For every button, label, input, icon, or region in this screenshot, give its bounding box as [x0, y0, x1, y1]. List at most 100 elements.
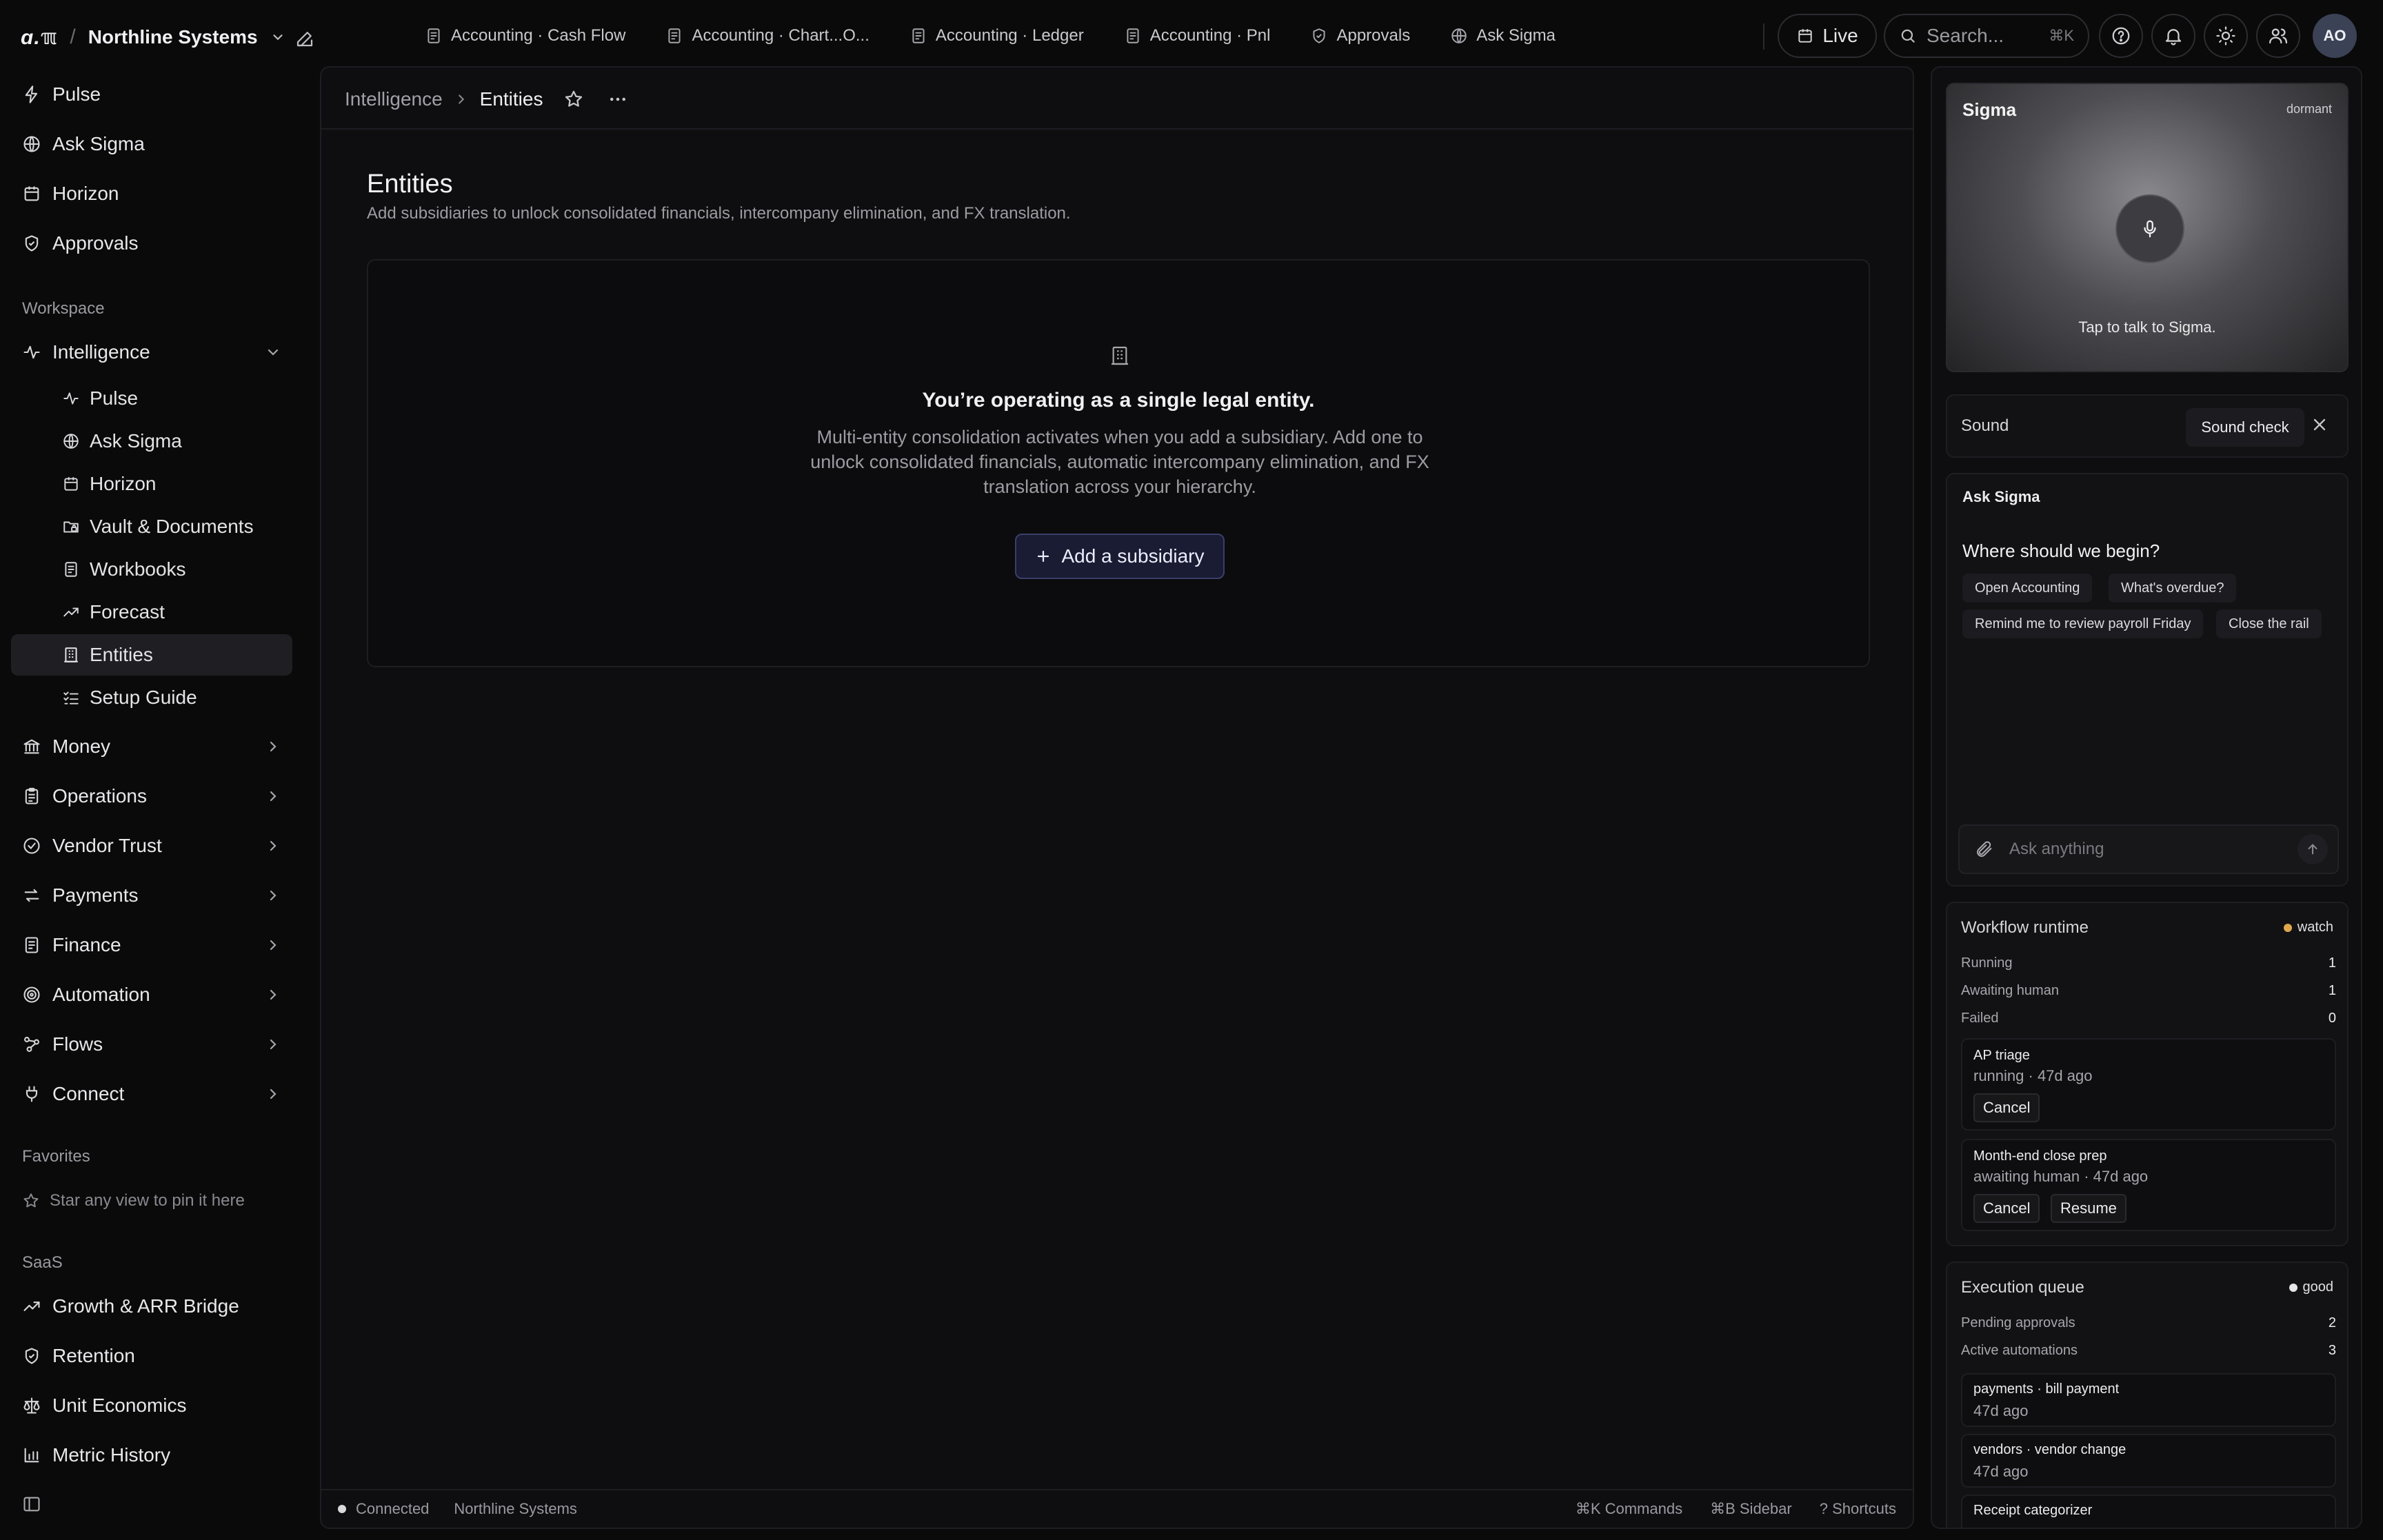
shield-check-icon	[1310, 27, 1328, 45]
user-avatar[interactable]: AO	[2313, 14, 2357, 58]
paperclip-icon[interactable]	[1975, 840, 1994, 859]
sidebar-group-money[interactable]: Money	[11, 725, 292, 768]
team-button[interactable]	[2256, 14, 2300, 58]
more-horizontal-icon[interactable]	[607, 89, 628, 110]
add-subsidiary-button[interactable]: Add a subsidiary	[1015, 534, 1225, 579]
cancel-button[interactable]: Cancel	[1973, 1194, 2040, 1223]
sidebar-item-pulse[interactable]: Pulse	[11, 73, 292, 116]
microphone-icon	[2140, 219, 2160, 239]
sidebar-item-intel-ask-sigma[interactable]: Ask Sigma	[11, 421, 292, 462]
sidebar-item-unit-economics[interactable]: Unit Economics	[11, 1384, 292, 1427]
send-button[interactable]	[2297, 834, 2328, 864]
resume-button[interactable]: Resume	[2051, 1194, 2126, 1223]
suggestion-chip[interactable]: What's overdue?	[2109, 574, 2237, 602]
sidebar-group-automation[interactable]: Automation	[11, 973, 292, 1016]
sigma-voice-card[interactable]: Sigma dormant Tap to talk to Sigma.	[1946, 83, 2349, 372]
bolt-icon	[22, 85, 41, 104]
sidebar-item-workbooks[interactable]: Workbooks	[11, 549, 292, 590]
bank-icon	[22, 737, 41, 756]
tab-accounting-pnl[interactable]: Accounting · Pnl	[1113, 15, 1300, 57]
sidebar-item-growth-arr-bridge[interactable]: Growth & ARR Bridge	[11, 1285, 292, 1328]
compose-icon[interactable]	[290, 23, 320, 54]
sidebar-item-approvals[interactable]: Approvals	[11, 222, 292, 265]
theme-toggle-button[interactable]	[2204, 14, 2248, 58]
sidebar-group-payments[interactable]: Payments	[11, 874, 292, 917]
sidebar-item-intel-horizon[interactable]: Horizon	[11, 463, 292, 505]
workspace-switcher[interactable]: ɑ.ℼ / Northline Systems	[21, 18, 285, 57]
mic-button[interactable]	[2115, 194, 2184, 263]
search-shortcut: ⌘K	[2049, 27, 2074, 44]
suggestion-chip[interactable]: Open Accounting	[1962, 574, 2093, 602]
queue-item[interactable]: Receipt categorizer	[1961, 1495, 2336, 1528]
globe-icon	[1450, 27, 1468, 45]
toolbar-divider	[1763, 23, 1764, 50]
suggestion-chip[interactable]: Remind me to review payroll Friday	[1962, 609, 2204, 638]
add-subsidiary-label: Add a subsidiary	[1061, 545, 1205, 567]
workflow-icon	[22, 1035, 41, 1054]
breadcrumb-parent[interactable]: Intelligence	[345, 88, 443, 110]
shortcuts-help[interactable]: ? Shortcuts	[1820, 1500, 1896, 1518]
sound-check-button[interactable]: Sound check	[2186, 408, 2304, 447]
sidebar-item-metric-history[interactable]: Metric History	[11, 1434, 292, 1477]
sidebar-group-connect[interactable]: Connect	[11, 1073, 292, 1115]
bell-icon	[2163, 26, 2184, 46]
sidebar-group-operations[interactable]: Operations	[11, 775, 292, 818]
sidebar-item-vault-documents[interactable]: Vault & Documents	[11, 506, 292, 547]
sigma-title: Sigma	[1962, 99, 2017, 120]
chevron-down-icon	[265, 344, 281, 361]
tab-ask-sigma[interactable]: Ask Sigma	[1439, 15, 1585, 57]
metric-label: Awaiting human	[1961, 983, 2059, 998]
tab-label: Accounting · Cash Flow	[451, 26, 626, 45]
star-icon[interactable]	[563, 89, 584, 110]
metric-value: 3	[2328, 1343, 2336, 1358]
sidebar-shortcut[interactable]: ⌘B Sidebar	[1710, 1500, 1792, 1518]
sidebar-group-intelligence[interactable]: Intelligence	[11, 331, 292, 374]
cancel-button[interactable]: Cancel	[1973, 1093, 2040, 1122]
arrow-up-icon	[2305, 842, 2320, 857]
sidebar-group-flows[interactable]: Flows	[11, 1023, 292, 1066]
section-label-saas: SaaS	[22, 1253, 63, 1272]
run-status: running · 47d ago	[1973, 1067, 2093, 1084]
notifications-button[interactable]	[2151, 14, 2195, 58]
document-icon	[909, 27, 927, 45]
ask-sigma-question: Where should we begin?	[1962, 540, 2160, 561]
document-icon	[425, 27, 443, 45]
sidebar-item-label: Pulse	[52, 83, 101, 105]
help-button[interactable]	[2099, 14, 2143, 58]
commands-shortcut[interactable]: ⌘K Commands	[1576, 1500, 1682, 1518]
global-search[interactable]: Search... ⌘K	[1884, 14, 2089, 58]
scale-icon	[22, 1396, 41, 1415]
tab-label: Approvals	[1336, 26, 1411, 45]
queue-item[interactable]: vendors · vendor change 47d ago	[1961, 1434, 2336, 1488]
live-button[interactable]: Live	[1778, 14, 1877, 58]
sidebar-item-intel-pulse[interactable]: Pulse	[11, 378, 292, 419]
sidebar-item-horizon[interactable]: Horizon	[11, 172, 292, 215]
sidebar-item-label: Connect	[52, 1083, 125, 1104]
metric-label: Active automations	[1961, 1343, 2078, 1358]
sidebar-item-label: Metric History	[52, 1444, 171, 1466]
sidebar-item-ask-sigma[interactable]: Ask Sigma	[11, 123, 292, 165]
sidebar-item-entities[interactable]: Entities	[11, 634, 292, 676]
tab-accounting-ledger[interactable]: Accounting · Ledger	[898, 15, 1113, 57]
section-label-favorites: Favorites	[22, 1147, 90, 1166]
sidebar-item-label: Operations	[52, 785, 147, 807]
sidebar-group-finance[interactable]: Finance	[11, 924, 292, 966]
tab-accounting-cash-flow[interactable]: Accounting · Cash Flow	[414, 15, 654, 57]
suggestion-chip[interactable]: Close the rail	[2216, 609, 2322, 638]
queue-item-name: Receipt categorizer	[1973, 1503, 2093, 1518]
empty-state-description: Multi-entity consolidation activates whe…	[810, 427, 1429, 497]
sidebar-item-forecast[interactable]: Forecast	[11, 591, 292, 633]
sidebar-toggle-icon[interactable]	[22, 1495, 41, 1514]
sidebar-item-setup-guide[interactable]: Setup Guide	[11, 677, 292, 718]
ask-input[interactable]	[2008, 835, 2297, 863]
metric-pending-approvals: Pending approvals 2	[1961, 1315, 2336, 1336]
sidebar-item-retention[interactable]: Retention	[11, 1335, 292, 1377]
queue-item[interactable]: payments · bill payment 47d ago	[1961, 1373, 2336, 1427]
metric-active-automations: Active automations 3	[1961, 1343, 2336, 1364]
tab-approvals[interactable]: Approvals	[1299, 15, 1439, 57]
tab-accounting-chart[interactable]: Accounting · Chart...O...	[654, 15, 898, 57]
close-icon[interactable]	[2310, 415, 2329, 434]
sidebar-group-vendor-trust[interactable]: Vendor Trust	[11, 824, 292, 867]
sigma-hint: Tap to talk to Sigma.	[2078, 318, 2216, 336]
sidebar-item-label: Ask Sigma	[52, 133, 145, 154]
